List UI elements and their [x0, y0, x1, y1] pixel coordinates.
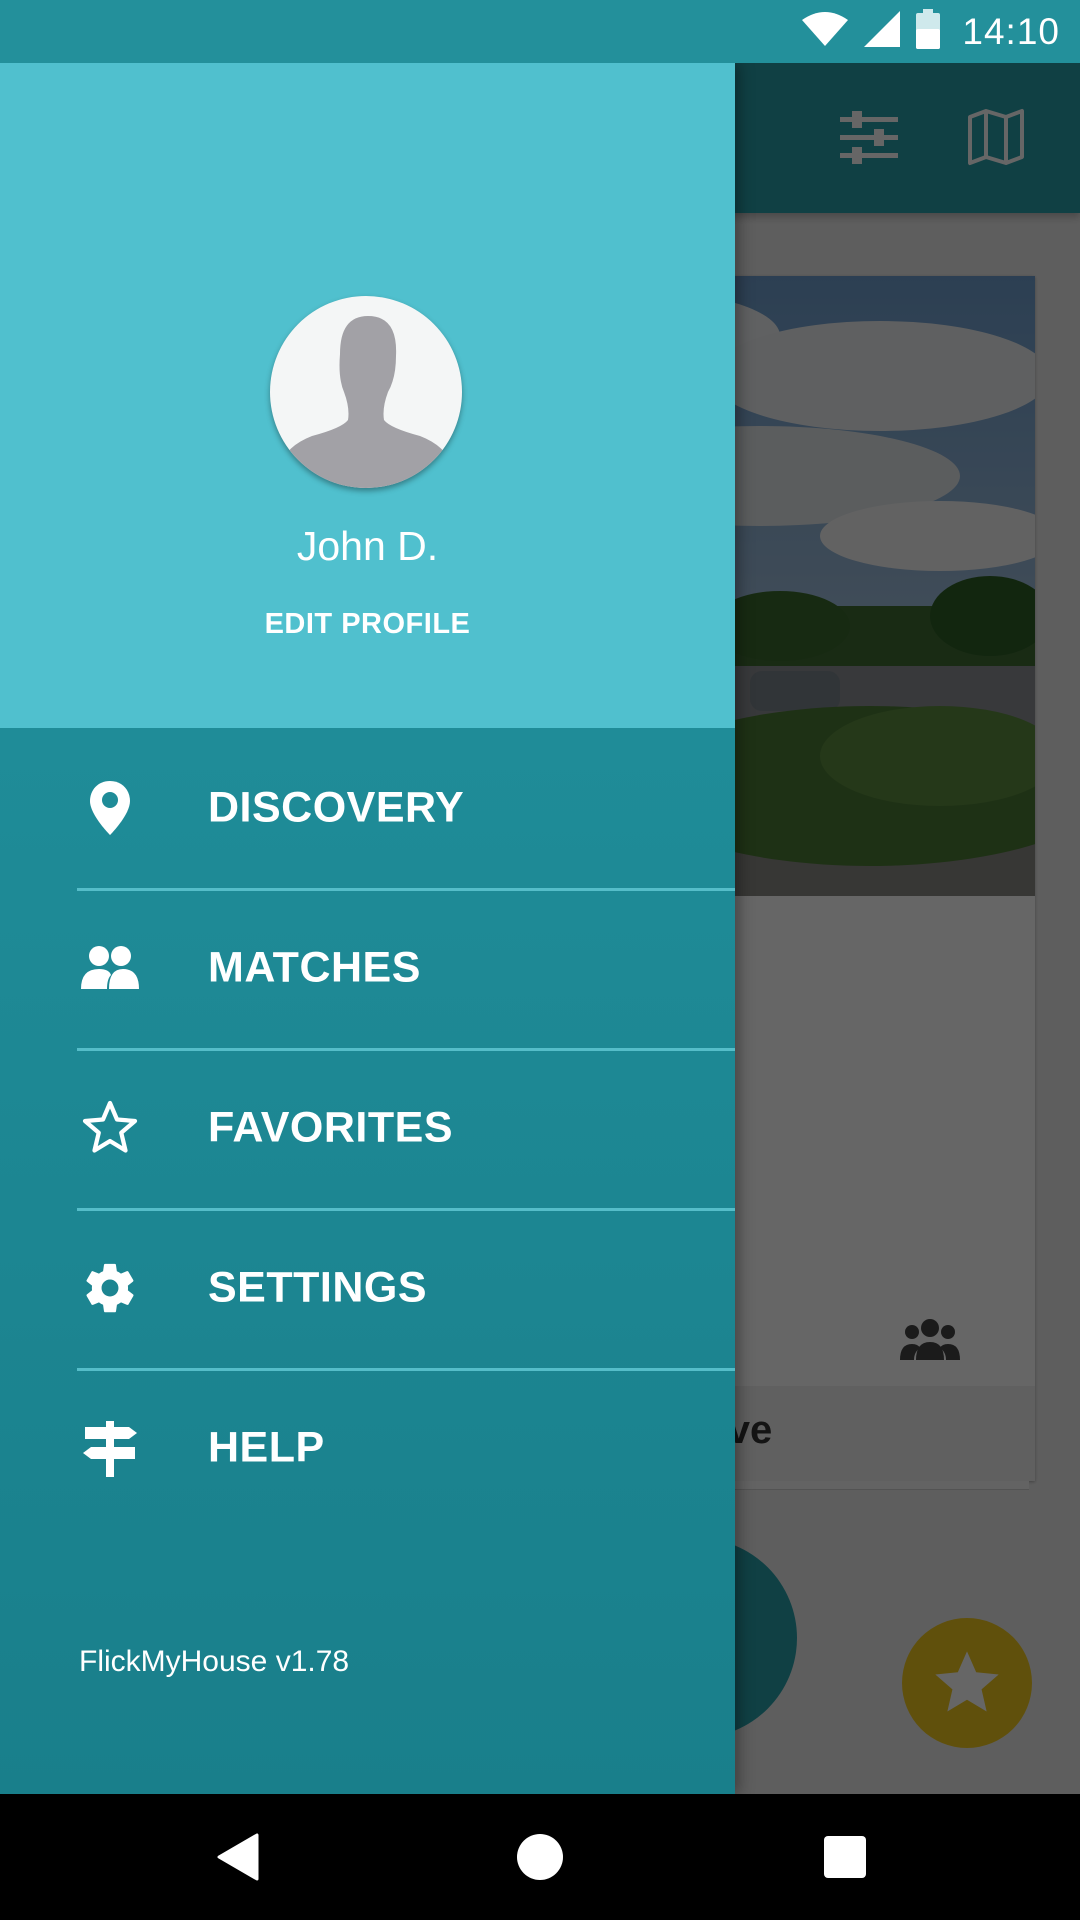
status-icons: 14:10: [802, 0, 1060, 63]
menu-item-favorites[interactable]: FAVORITES: [0, 1048, 735, 1208]
home-icon[interactable]: [515, 1832, 565, 1882]
recents-icon[interactable]: [820, 1832, 870, 1882]
system-nav-bar: [0, 1794, 1080, 1920]
menu-item-discovery[interactable]: DISCOVERY: [0, 728, 735, 888]
gear-icon: [78, 1256, 142, 1320]
menu-item-settings[interactable]: SETTINGS: [0, 1208, 735, 1368]
navigation-drawer: John D. EDIT PROFILE DISCOVERY MATCHES F…: [0, 63, 735, 1794]
menu-label-discovery: DISCOVERY: [208, 783, 465, 832]
app-version: FlickMyHouse v1.78: [79, 1645, 350, 1678]
drawer-menu: DISCOVERY MATCHES FAVORITES SETTINGS HEL…: [0, 728, 735, 1794]
menu-label-matches: MATCHES: [208, 943, 421, 992]
cell-signal-icon: [864, 11, 901, 52]
user-name: John D.: [296, 523, 439, 569]
menu-label-help: HELP: [208, 1423, 325, 1472]
edit-profile-button[interactable]: EDIT PROFILE: [0, 608, 735, 641]
signpost-icon: [78, 1416, 142, 1480]
menu-item-help[interactable]: HELP: [0, 1368, 735, 1528]
avatar-silhouette-icon: [280, 316, 452, 488]
battery-icon: [916, 9, 941, 54]
status-bar: 14:10: [0, 0, 1080, 63]
back-icon[interactable]: [212, 1832, 262, 1882]
avatar[interactable]: [270, 296, 462, 488]
drawer-header: John D. EDIT PROFILE: [0, 63, 735, 728]
people-icon: [78, 936, 142, 1000]
menu-label-favorites: FAVORITES: [208, 1103, 454, 1152]
location-pin-icon: [78, 776, 142, 840]
wifi-icon: [802, 12, 849, 51]
star-outline-icon: [78, 1096, 142, 1160]
menu-label-settings: SETTINGS: [208, 1263, 428, 1312]
status-time: 14:10: [962, 10, 1060, 52]
screen: 2 persons usive John D. EDIT PROFILE: [0, 0, 1080, 1920]
menu-item-matches[interactable]: MATCHES: [0, 888, 735, 1048]
